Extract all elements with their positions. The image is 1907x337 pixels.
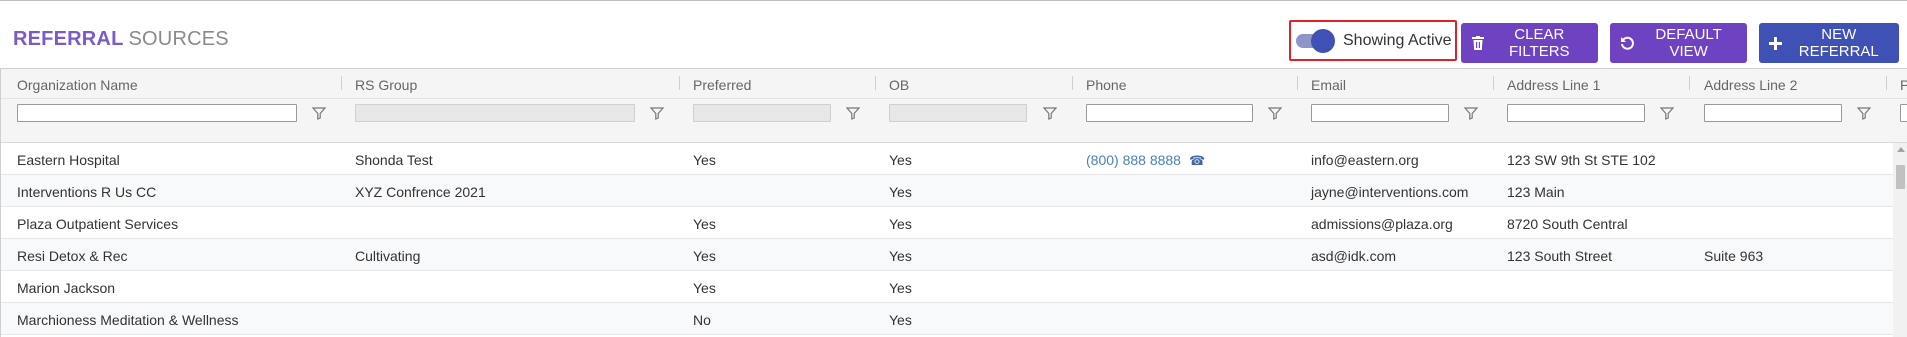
column-resize-handle[interactable] [1072,76,1073,90]
cell-ob: Yes [889,280,912,296]
scrollbar-thumb[interactable] [1896,165,1905,189]
column-header-ob[interactable]: OB [889,77,909,93]
clear-filters-label: CLEAR FILTERS [1509,26,1570,60]
cell-address-line-1: 123 Main [1507,184,1565,200]
column-resize-handle[interactable] [1493,76,1494,90]
table-row[interactable]: Eastern Hospital Shonda Test Yes Yes (80… [1,143,1893,175]
clear-filters-button[interactable]: CLEAR FILTERS [1461,23,1598,63]
cell-preferred: Yes [693,248,716,264]
column-resize-handle[interactable] [341,76,342,90]
filter-icon[interactable] [1268,106,1282,120]
cell-ob: Yes [889,184,912,200]
cell-preferred: Yes [693,216,716,232]
column-header-address-line-1[interactable]: Address Line 1 [1507,77,1600,93]
referral-sources-grid: Organization Name RS Group Preferred OB … [0,68,1907,337]
cell-rs-group: Shonda Test [355,152,433,168]
cell-organization-name: Marchioness Meditation & Wellness [17,312,239,328]
cell-email: jayne@interventions.com [1311,184,1469,200]
phone-filter-input[interactable] [1086,104,1253,122]
new-referral-button[interactable]: NEW REFERRAL [1759,23,1899,63]
vertical-scrollbar[interactable] [1893,143,1907,337]
cell-address-line-1: 123 South Street [1507,248,1613,264]
phone-link[interactable]: (800) 888 8888 [1086,152,1181,168]
toggle-label: Showing Active [1343,32,1452,49]
active-toggle[interactable]: Showing Active [1289,20,1457,61]
cell-email: info@eastern.org [1311,152,1419,168]
column-header-rs-group[interactable]: RS Group [355,77,417,93]
page-title-rest: SOURCES [128,28,229,50]
reset-icon [1620,35,1635,51]
column-resize-handle[interactable] [1886,76,1887,90]
table-row[interactable]: Marchioness Meditation & Wellness No Yes [1,303,1893,335]
organization-name-filter-input[interactable] [17,104,297,122]
cell-ob: Yes [889,312,912,328]
phone-icon[interactable]: ☎ [1189,153,1205,169]
column-header-organization-name[interactable]: Organization Name [17,77,138,93]
cell-preferred: Yes [693,280,716,296]
cell-address-line-1: 123 SW 9th St STE 102 [1507,152,1656,168]
column-header-preferred[interactable]: Preferred [693,77,751,93]
new-referral-label: NEW REFERRAL [1798,26,1879,60]
cell-organization-name: Interventions R Us CC [17,184,157,200]
filter-icon[interactable] [1660,106,1674,120]
cell-preferred: No [693,312,711,328]
grid-body: Eastern Hospital Shonda Test Yes Yes (80… [1,143,1893,337]
cell-phone[interactable]: (800) 888 8888 ☎ [1086,152,1205,169]
cell-organization-name: Eastern Hospital [17,152,120,168]
cell-address-line-1: 8720 South Central [1507,216,1628,232]
default-view-label: DEFAULT VIEW [1655,26,1722,60]
column-header-email[interactable]: Email [1311,77,1346,93]
cell-ob: Yes [889,248,912,264]
ob-filter-input[interactable] [889,104,1027,122]
cell-email: admissions@plaza.org [1311,216,1453,232]
filter-icon[interactable] [1464,106,1478,120]
partial-column-filter-input[interactable] [1900,104,1907,122]
table-row[interactable]: Resi Detox & Rec Cultivating Yes Yes asd… [1,239,1893,271]
address-line-1-filter-input[interactable] [1507,104,1645,122]
cell-organization-name: Marion Jackson [17,280,116,296]
column-header-partial[interactable]: P [1900,77,1907,93]
column-header-address-line-2[interactable]: Address Line 2 [1704,77,1797,93]
filter-icon[interactable] [1043,106,1057,120]
cell-organization-name: Resi Detox & Rec [17,248,128,264]
column-resize-handle[interactable] [1689,76,1690,90]
scroll-up-arrow-icon[interactable] [1897,147,1905,152]
trash-icon [1471,35,1485,51]
grid-filter-row [1,99,1907,143]
cell-address-line-2: Suite 963 [1704,248,1764,264]
filter-icon[interactable] [312,106,326,120]
page-title: REFERRAL SOURCES [13,28,229,51]
page-header: REFERRAL SOURCES Showing Active CLEAR FIL… [0,6,1907,68]
filter-icon[interactable] [1857,106,1871,120]
cell-organization-name: Plaza Outpatient Services [17,216,179,232]
table-row[interactable]: Interventions R Us CC XYZ Confrence 2021… [1,175,1893,207]
column-resize-handle[interactable] [875,76,876,90]
email-filter-input[interactable] [1311,104,1449,122]
cell-email: asd@idk.com [1311,248,1397,264]
address-line-2-filter-input[interactable] [1704,104,1842,122]
table-row[interactable]: Marion Jackson Yes Yes [1,271,1893,303]
grid-header-row: Organization Name RS Group Preferred OB … [1,69,1907,99]
cell-ob: Yes [889,216,912,232]
cell-ob: Yes [889,152,912,168]
default-view-button[interactable]: DEFAULT VIEW [1610,23,1747,63]
rs-group-filter-input[interactable] [355,104,635,122]
plus-icon [1769,35,1783,51]
cell-preferred: Yes [693,152,716,168]
cell-rs-group: Cultivating [355,248,421,264]
table-row[interactable]: Plaza Outpatient Services Yes Yes admiss… [1,207,1893,239]
preferred-filter-input[interactable] [693,104,831,122]
column-resize-handle[interactable] [679,76,680,90]
filter-icon[interactable] [846,106,860,120]
toggle-knob[interactable] [1311,29,1335,53]
filter-icon[interactable] [650,106,664,120]
cell-rs-group: XYZ Confrence 2021 [355,184,486,200]
page-title-strong: REFERRAL [13,28,124,50]
column-header-phone[interactable]: Phone [1086,77,1126,93]
column-resize-handle[interactable] [1297,76,1298,90]
